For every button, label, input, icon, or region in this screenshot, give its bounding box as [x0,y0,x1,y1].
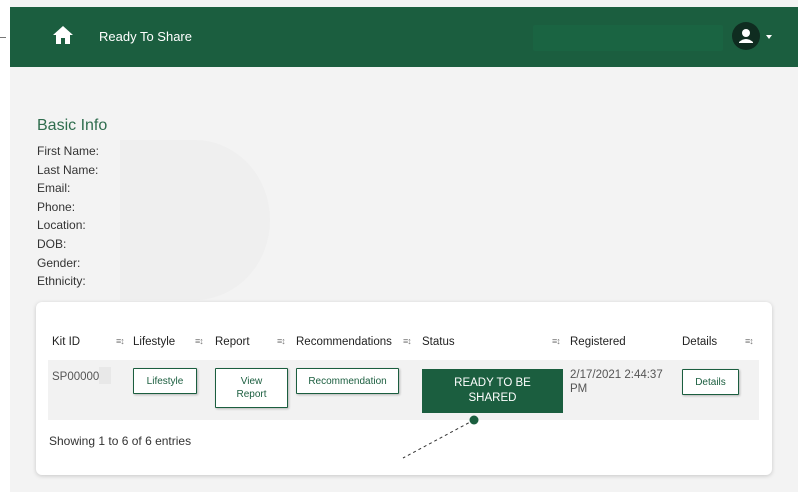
lifestyle-button[interactable]: Lifestyle [133,368,197,394]
column-header-lifestyle[interactable]: Lifestyle [133,335,175,349]
view-report-button[interactable]: View Report [215,368,288,408]
column-header-report[interactable]: Report [215,335,250,349]
sort-icon[interactable]: ≡↕ [552,336,561,346]
sort-icon[interactable]: ≡↕ [277,336,286,346]
sort-icon[interactable]: ≡↕ [116,336,125,346]
column-header-details[interactable]: Details [682,335,717,349]
left-margin [0,0,10,492]
kit-id-cell: SP00000 [52,371,100,383]
user-menu-caret-icon[interactable] [766,35,772,39]
sort-icon[interactable]: ≡↕ [745,336,754,346]
basic-info-title: Basic Info [37,117,108,134]
first-name-label: First Name: [37,144,100,158]
column-header-status[interactable]: Status [422,335,455,349]
top-navbar: Ready To Share [10,7,798,67]
background-decoration [120,140,270,300]
sort-icon[interactable]: ≡↕ [403,336,412,346]
basic-info-fields: First Name: Last Name: Email: Phone: Loc… [37,142,99,291]
status-button[interactable]: READY TO BE SHARED [422,369,563,413]
page: Ready To Share Basic Info First Name: La… [0,0,798,492]
email-label: Email: [37,181,71,196]
home-icon[interactable] [52,25,74,45]
user-avatar-icon[interactable] [732,22,760,50]
last-name-label: Last Name: [37,162,99,177]
page-title: Ready To Share [99,29,192,44]
column-header-registered[interactable]: Registered [570,335,626,349]
dob-label: DOB: [37,236,67,251]
details-button[interactable]: Details [682,369,739,395]
navbar-search-area[interactable] [533,25,723,51]
registered-cell: 2/17/2021 2:44:37 PM [570,369,663,395]
ethnicity-label: Ethnicity: [37,274,86,289]
kit-id-redaction [99,367,111,384]
left-divider [0,37,6,38]
location-label: Location: [37,218,86,233]
gender-label: Gender: [37,255,81,270]
column-header-kit-id[interactable]: Kit ID [52,335,80,349]
phone-label: Phone: [37,199,76,214]
column-header-recommendations[interactable]: Recommendations [296,335,392,349]
sort-icon[interactable]: ≡↕ [195,336,204,346]
table-entries-info: Showing 1 to 6 of 6 entries [49,434,192,448]
recommendation-button[interactable]: Recommendation [296,368,399,394]
